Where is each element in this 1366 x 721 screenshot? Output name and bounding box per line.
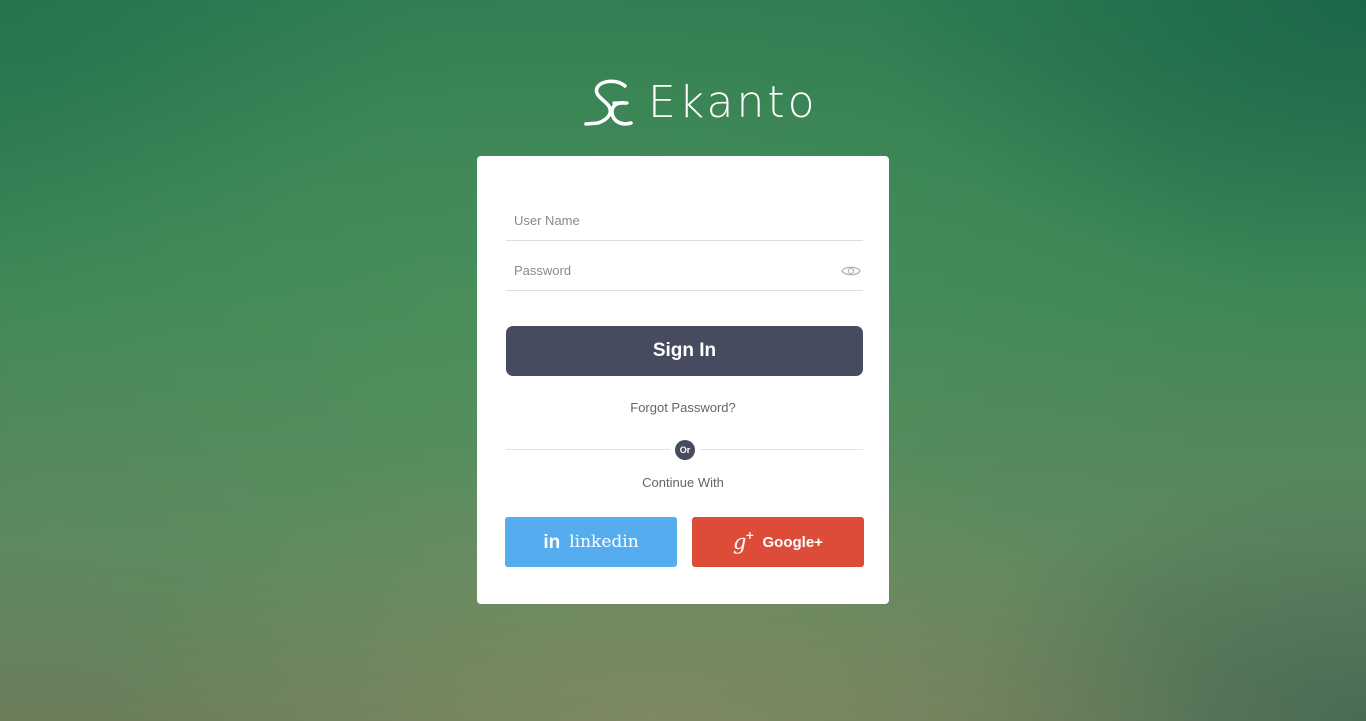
brand-logo: Ekanto xyxy=(584,78,818,128)
ekanto-logo-icon xyxy=(584,79,633,126)
linkedin-icon: in xyxy=(543,531,561,553)
google-plus-icon: g + xyxy=(733,528,755,554)
google-plus-login-button[interactable]: g + Google+ xyxy=(692,517,864,567)
linkedin-label: linkedin xyxy=(569,532,639,552)
brand-name: Ekanto xyxy=(648,77,818,128)
login-card: Sign In Forgot Password? Or Continue Wit… xyxy=(477,156,889,604)
username-field-wrapper xyxy=(506,206,863,241)
password-input[interactable] xyxy=(506,256,842,284)
continue-with-label: Continue With xyxy=(642,475,724,490)
username-input[interactable] xyxy=(506,206,842,234)
password-field-wrapper xyxy=(506,256,863,291)
or-badge: Or xyxy=(675,440,695,460)
linkedin-login-button[interactable]: in linkedin xyxy=(505,517,677,567)
forgot-password-link[interactable]: Forgot Password? xyxy=(477,400,889,416)
sign-in-button[interactable]: Sign In xyxy=(506,326,863,376)
eye-icon[interactable] xyxy=(841,264,861,278)
google-plus-label: Google+ xyxy=(762,533,823,551)
